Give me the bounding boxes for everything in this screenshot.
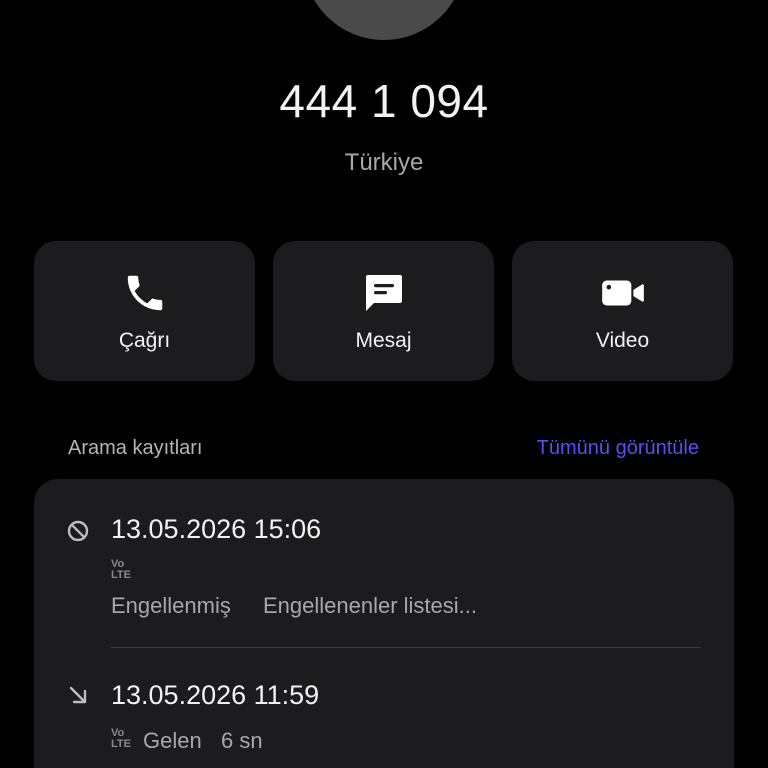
call-button-label: Çağrı [118, 329, 171, 352]
call-log-title: Arama kayıtları [68, 437, 203, 459]
message-button-label: Mesaj [355, 329, 412, 352]
avatar [303, 0, 465, 40]
volte-badge: Vo LTE [111, 727, 131, 750]
phone-number: 444 1 094 [279, 75, 489, 127]
incoming-call-icon [66, 683, 90, 707]
call-detail: Engellenenler listesi... [263, 593, 478, 618]
message-button[interactable]: Mesaj [273, 241, 494, 381]
call-status: Gelen [143, 728, 202, 753]
view-all-link[interactable]: Tümünü görüntüle [537, 437, 699, 460]
call-datetime: 13.05.2026 11:59 [111, 680, 320, 710]
phone-icon [34, 269, 255, 317]
call-status: Engellenmiş [111, 593, 231, 618]
blocked-icon [66, 519, 90, 543]
volte-badge: Vo LTE [111, 558, 131, 581]
divider [111, 647, 701, 648]
message-icon [273, 269, 494, 317]
video-button-label: Video [595, 329, 650, 352]
call-duration: 6 sn [221, 728, 263, 753]
contact-detail-screen: 444 1 094 Türkiye Çağrı Mesaj Video Aram… [0, 0, 768, 768]
call-button[interactable]: Çağrı [34, 241, 255, 381]
call-log-card: 13.05.2026 15:06 Vo LTE Engellenmiş Enge… [34, 479, 734, 768]
call-datetime: 13.05.2026 15:06 [111, 514, 322, 544]
video-camera-icon [512, 269, 733, 317]
video-button[interactable]: Video [512, 241, 733, 381]
country-label: Türkiye [344, 149, 424, 176]
